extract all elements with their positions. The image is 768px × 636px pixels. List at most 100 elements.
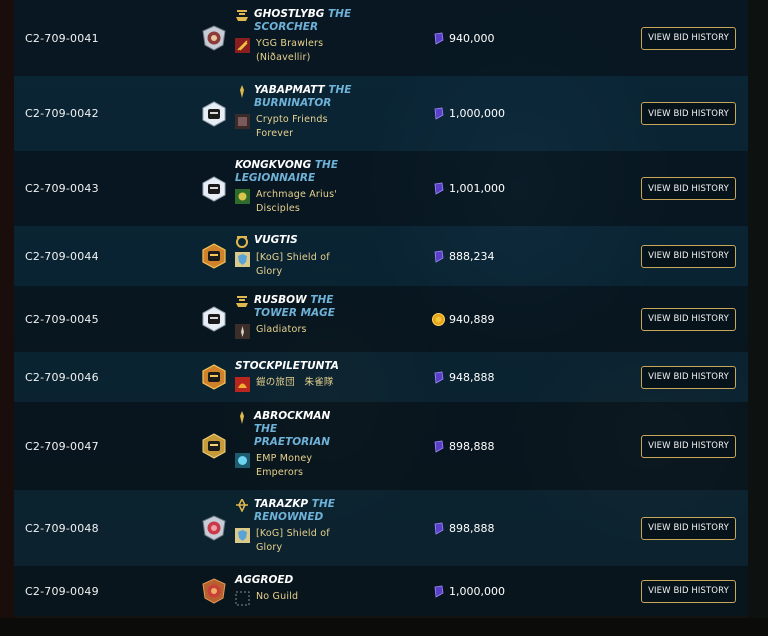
bid-value: 888,234: [449, 249, 495, 263]
card-code: C2-709-0044: [25, 249, 99, 263]
league-badge-icon: [202, 306, 226, 332]
guild-crest-icon: [235, 114, 250, 129]
player-block: STOCKPILETUNTA 鎧の旅団 朱雀隊: [235, 360, 355, 392]
view-bid-history-button[interactable]: VIEW BID HISTORY: [641, 579, 736, 603]
player-name[interactable]: TARAZKP THE RENOWNED: [254, 498, 355, 524]
bid-value: 940,889: [449, 312, 495, 326]
table-row: C2-709-0048 TARAZKP THE RENOWNED [KoG] S…: [14, 490, 748, 566]
card-code: C2-709-0048: [25, 521, 99, 535]
player-block: ABROCKMAN THE PRAETORIAN EMP Money Emper…: [235, 410, 355, 480]
guild-name[interactable]: YGG Brawlers (Niðavellir): [256, 37, 355, 65]
bid-amount: 1,001,000: [432, 182, 505, 195]
view-bid-history-button[interactable]: VIEW BID HISTORY: [641, 516, 736, 540]
rank-icon: [240, 411, 244, 424]
player-name[interactable]: YABAPMATT THE BURNINATOR: [254, 84, 355, 110]
guild-name: No Guild: [256, 591, 299, 602]
background-edge-left: [0, 0, 14, 636]
league-badge-icon: [202, 364, 226, 390]
bid-value: 948,888: [449, 370, 495, 384]
bid-value: 940,000: [449, 31, 495, 45]
dec-crystal-icon: [434, 585, 444, 598]
view-bid-history-button[interactable]: VIEW BID HISTORY: [641, 26, 736, 50]
view-bid-history-button[interactable]: VIEW BID HISTORY: [641, 102, 736, 125]
player-name[interactable]: RUSBOW THE TOWER MAGE: [254, 294, 355, 320]
player-name[interactable]: KONGKVONG THE LEGIONNAIRE: [235, 159, 355, 185]
card-code: C2-709-0043: [25, 182, 99, 195]
guild-crest-icon: [235, 377, 250, 392]
table-row: C2-709-0049 AGGROED No Guild 1,000,000 V…: [14, 566, 748, 616]
bid-value: 898,888: [449, 439, 495, 453]
view-bid-history-button[interactable]: VIEW BID HISTORY: [641, 244, 736, 268]
no-guild-icon: [235, 591, 250, 606]
card-code: C2-709-0042: [25, 107, 99, 120]
league-badge-icon: [202, 25, 226, 51]
player-name-text: STOCKPILETUNTA: [235, 360, 339, 372]
player-name[interactable]: STOCKPILETUNTA: [235, 360, 339, 373]
guild-name[interactable]: Crypto Friends Forever: [256, 113, 355, 141]
table-row: C2-709-0044 VUGTIS [KoG] Shield of Glory…: [14, 226, 748, 286]
bid-table: C2-709-0041 GHOSTLYBG THE SCORCHER YGG B…: [14, 0, 748, 616]
card-code: C2-709-0047: [25, 439, 99, 453]
dec-crystal-icon: [434, 107, 444, 120]
player-block: TARAZKP THE RENOWNED [KoG] Shield of Glo…: [235, 498, 355, 555]
player-name[interactable]: AGGROED: [235, 574, 293, 587]
player-block: AGGROED No Guild: [235, 574, 355, 606]
league-badge-icon: [202, 515, 226, 541]
bid-amount: 898,888: [432, 440, 495, 453]
background-edge-right: [748, 0, 768, 636]
player-name-text: RUSBOW: [254, 294, 307, 306]
shield-icon: [235, 252, 250, 267]
league-badge-icon: [202, 243, 226, 269]
league-badge-icon: [202, 100, 226, 127]
view-bid-history-button[interactable]: VIEW BID HISTORY: [641, 177, 736, 200]
guild-name[interactable]: Gladiators: [256, 323, 307, 337]
player-name-text: AGGROED: [235, 574, 294, 586]
guild-name[interactable]: 鎧の旅団 朱雀隊: [256, 376, 334, 390]
bid-amount: 940,889: [432, 312, 495, 326]
bid-value: 1,000,000: [449, 584, 505, 598]
bid-amount: 1,000,000: [432, 107, 505, 120]
guild-crest-icon: [235, 38, 250, 53]
bid-amount: 1,000,000: [432, 585, 505, 598]
table-row: C2-709-0045 RUSBOW THE TOWER MAGE Gladia…: [14, 286, 748, 352]
background-edge-bottom: [0, 618, 768, 636]
player-name-text: GHOSTLYBG: [254, 8, 325, 20]
league-badge-icon: [202, 175, 226, 202]
guild-name[interactable]: EMP Money Emperors: [256, 452, 355, 480]
player-name[interactable]: GHOSTLYBG THE SCORCHER: [254, 8, 355, 34]
player-name[interactable]: VUGTIS: [254, 234, 298, 247]
player-name-text: ABROCKMAN: [254, 410, 331, 422]
shield-icon: [235, 528, 250, 543]
player-name-text: VUGTIS: [254, 234, 298, 246]
view-bid-history-button[interactable]: VIEW BID HISTORY: [641, 434, 736, 458]
guild-name[interactable]: Archmage Arius' Disciples: [256, 188, 355, 216]
player-name-text: YABAPMATT: [254, 84, 325, 96]
table-row: C2-709-0047 ABROCKMAN THE PRAETORIAN EMP…: [14, 402, 748, 490]
table-row: C2-709-0046 STOCKPILETUNTA 鎧の旅団 朱雀隊 948,…: [14, 352, 748, 402]
bid-amount: 940,000: [432, 32, 495, 45]
dec-crystal-icon: [434, 182, 444, 195]
bid-amount: 948,888: [432, 371, 495, 384]
guild-crest-icon: [235, 324, 250, 339]
bid-value: 1,001,000: [449, 182, 505, 195]
bid-amount: 898,888: [432, 522, 495, 535]
bid-value: 898,888: [449, 521, 495, 535]
player-name[interactable]: ABROCKMAN THE PRAETORIAN: [254, 410, 355, 449]
guild-crest-icon: [235, 189, 250, 204]
player-block: VUGTIS [KoG] Shield of Glory: [235, 234, 355, 279]
table-row: C2-709-0041 GHOSTLYBG THE SCORCHER YGG B…: [14, 0, 748, 76]
bid-amount: 888,234: [432, 250, 495, 263]
guild-crest-icon: [235, 453, 250, 468]
rank-icon: [236, 296, 248, 307]
guild-name[interactable]: [KoG] Shield of Glory: [256, 251, 355, 279]
view-bid-history-button[interactable]: VIEW BID HISTORY: [641, 307, 736, 331]
player-block: RUSBOW THE TOWER MAGE Gladiators: [235, 294, 355, 339]
table-row: C2-709-0042 YABAPMATT THE BURNINATOR Cry…: [14, 76, 748, 151]
league-badge-icon: [202, 433, 226, 459]
guild-name[interactable]: [KoG] Shield of Glory: [256, 527, 355, 555]
player-block: KONGKVONG THE LEGIONNAIRE Archmage Arius…: [235, 159, 355, 216]
dec-crystal-icon: [434, 371, 444, 384]
player-title: THE PRAETORIAN: [254, 423, 331, 448]
view-bid-history-button[interactable]: VIEW BID HISTORY: [641, 365, 736, 389]
player-name-text: KONGKVONG: [235, 159, 312, 171]
